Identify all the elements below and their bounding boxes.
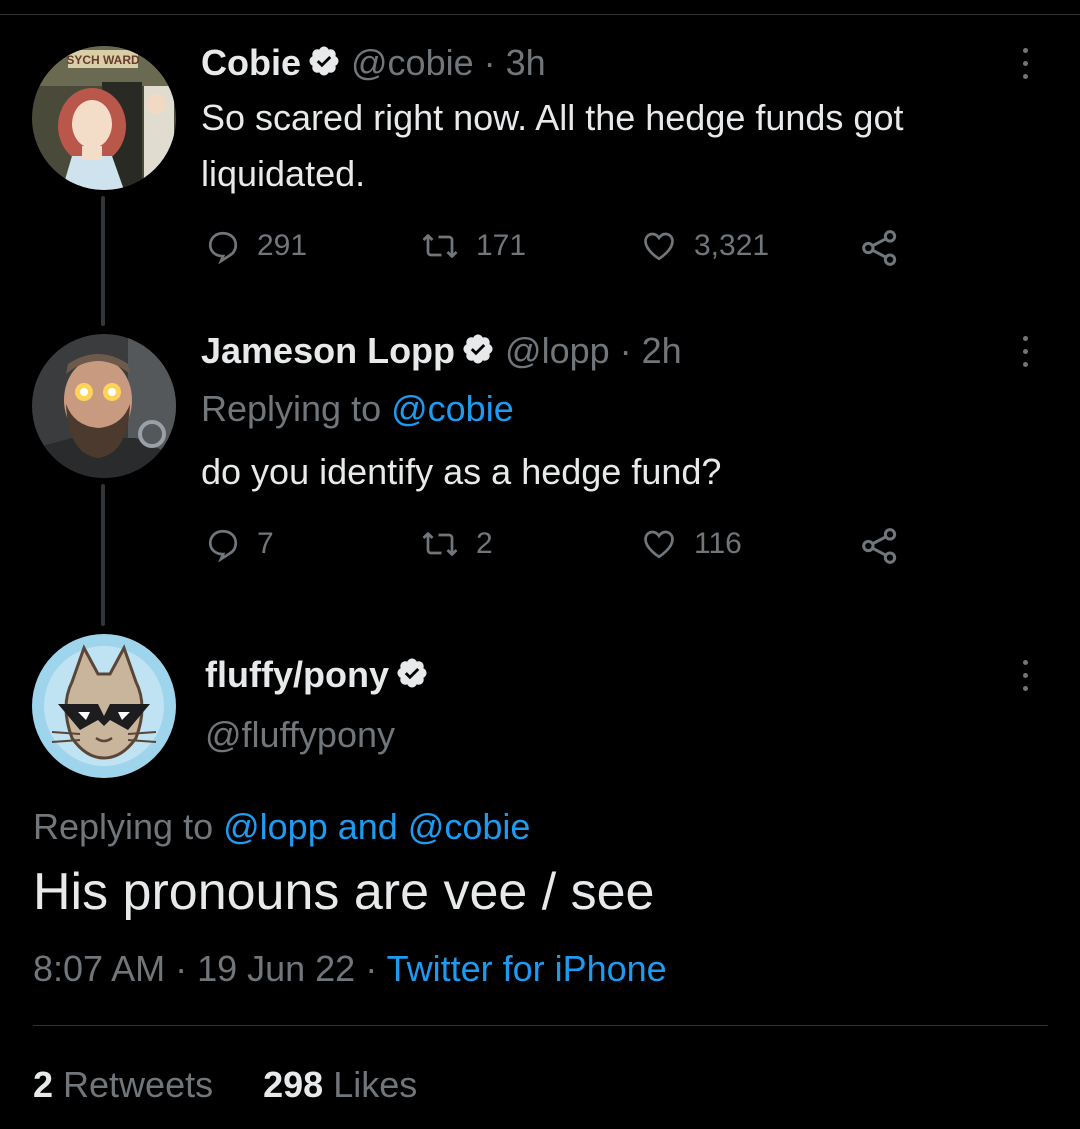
- reply-count: 291: [257, 229, 308, 262]
- share-button[interactable]: [860, 526, 900, 566]
- stats-divider: [33, 1025, 1048, 1026]
- tweet-header: Jameson Lopp @lopp · 2h: [201, 330, 682, 372]
- tweet-actions: 7 2 116: [0, 526, 1080, 566]
- like-button[interactable]: 3,321: [640, 228, 769, 264]
- display-name[interactable]: Cobie: [201, 42, 301, 84]
- bearded-man-glowing-eyes-avatar-icon: [32, 334, 176, 478]
- heart-icon: [644, 232, 674, 261]
- reply-icon: [208, 231, 238, 264]
- reply-icon: [208, 529, 238, 562]
- cat-sunglasses-avatar-icon: [32, 634, 176, 778]
- more-options-icon[interactable]: [1020, 332, 1030, 372]
- retweet-icon: [422, 234, 458, 258]
- tweet-text: So scared right now. All the hedge funds…: [201, 97, 904, 194]
- handle-timestamp[interactable]: @lopp · 2h: [505, 330, 682, 372]
- retweet-icon: [422, 532, 458, 556]
- share-button[interactable]: [860, 228, 900, 268]
- retweets-stat[interactable]: 2 Retweets: [33, 1064, 213, 1105]
- replying-to-link[interactable]: @lopp and @cobie: [223, 806, 530, 847]
- handle[interactable]: @fluffypony: [205, 714, 395, 756]
- main-tweet-header: fluffy/pony: [205, 654, 429, 696]
- like-button[interactable]: 116: [640, 526, 742, 562]
- avatar[interactable]: [32, 334, 176, 478]
- like-total: 298: [263, 1064, 324, 1105]
- more-options-icon[interactable]: [1020, 656, 1030, 696]
- tweet-stats: 2 Retweets 298 Likes: [33, 1064, 417, 1106]
- avatar[interactable]: [32, 634, 176, 778]
- reply-button[interactable]: 7: [205, 526, 274, 562]
- tweet-header: Cobie @cobie · 3h: [201, 42, 546, 84]
- share-icon: [862, 528, 897, 564]
- replying-to-label: Replying to: [201, 388, 392, 429]
- reply-button[interactable]: 291: [205, 228, 307, 264]
- avatar[interactable]: SYCH WARD: [32, 46, 176, 190]
- replying-to-link[interactable]: @cobie: [391, 388, 514, 429]
- retweet-count: 171: [476, 229, 527, 262]
- retweet-button[interactable]: 2: [420, 526, 493, 562]
- handle-timestamp[interactable]: @cobie · 3h: [351, 42, 546, 84]
- retweet-count: 2: [476, 527, 493, 560]
- reply-count: 7: [257, 527, 274, 560]
- likes-stat[interactable]: 298 Likes: [263, 1064, 417, 1105]
- more-options-icon[interactable]: [1020, 44, 1030, 84]
- replying-to-label: Replying to: [33, 806, 224, 847]
- top-divider: [0, 14, 1080, 15]
- heart-icon: [644, 530, 674, 559]
- replying-to: Replying to @cobie: [201, 388, 514, 430]
- like-count: 116: [694, 527, 742, 560]
- share-icon: [862, 230, 897, 266]
- retweet-total: 2: [33, 1064, 54, 1105]
- timestamp[interactable]: 8:07 AM · 19 Jun 22 ·: [33, 948, 387, 989]
- retweets-label: Retweets: [53, 1064, 214, 1105]
- tweet-text: do you identify as a hedge fund?: [201, 451, 722, 492]
- verified-badge-icon: [395, 656, 429, 695]
- display-name[interactable]: fluffy/pony: [205, 654, 389, 696]
- likes-label: Likes: [323, 1064, 418, 1105]
- svg-text:SYCH WARD: SYCH WARD: [66, 53, 140, 67]
- like-count: 3,321: [694, 229, 770, 262]
- tweet-meta: 8:07 AM · 19 Jun 22 · Twitter for iPhone: [33, 948, 667, 990]
- source-link[interactable]: Twitter for iPhone: [387, 948, 667, 989]
- display-name[interactable]: Jameson Lopp: [201, 330, 455, 372]
- anime-nurse-avatar-icon: SYCH WARD: [32, 46, 176, 190]
- tweet-actions: 291 171 3,321: [0, 228, 1080, 268]
- replying-to: Replying to @lopp and @cobie: [33, 806, 530, 848]
- main-tweet-text: His pronouns are vee / see: [33, 863, 655, 921]
- retweet-button[interactable]: 171: [420, 228, 526, 264]
- verified-badge-icon: [307, 44, 341, 83]
- verified-badge-icon: [461, 332, 495, 371]
